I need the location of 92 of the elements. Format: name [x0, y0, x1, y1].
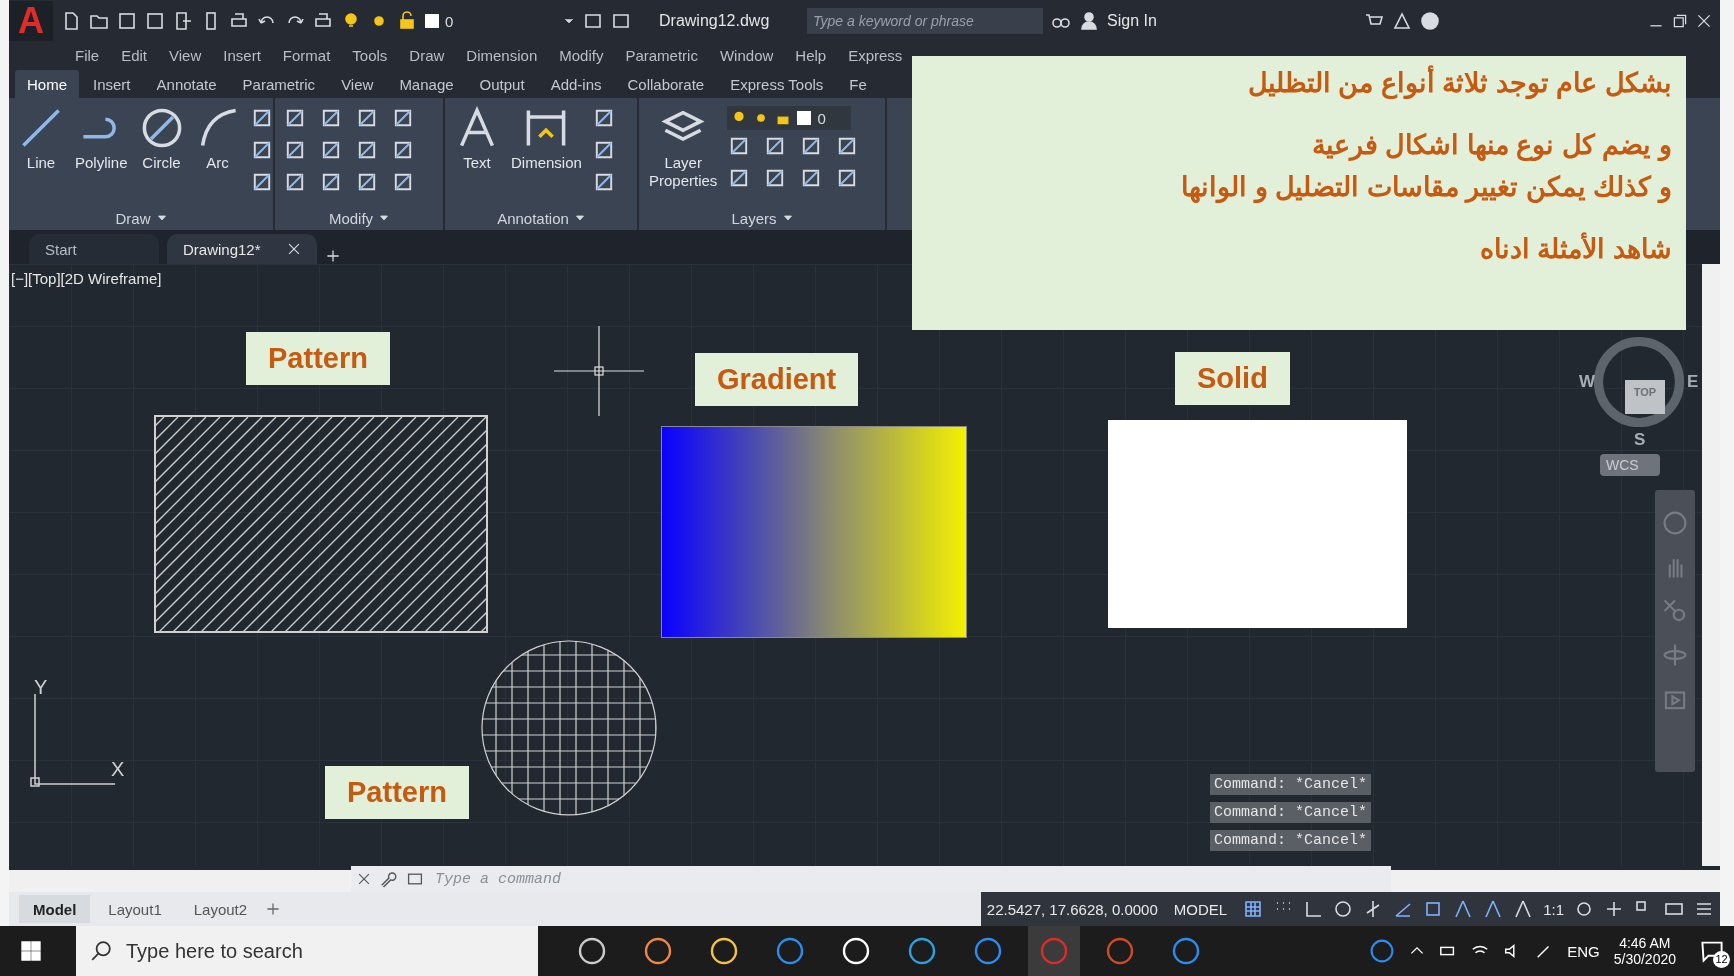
ribbon-tab[interactable]: Add-ins [538, 70, 614, 98]
menu-item[interactable]: Edit [121, 46, 148, 64]
menu-item[interactable]: Express [848, 46, 903, 64]
user-icon[interactable] [1079, 11, 1099, 31]
panel-title[interactable]: Modify [275, 206, 443, 230]
wrench-icon[interactable] [379, 870, 397, 888]
menu-item[interactable]: Draw [409, 46, 445, 64]
menu-item[interactable]: File [75, 46, 100, 64]
grid-icon[interactable] [1243, 899, 1264, 919]
taskbar-search-field[interactable]: Type here to search [76, 926, 538, 976]
note-text: شاهد الأمثلة ادناه [1479, 232, 1672, 266]
draw-tool-button[interactable]: Arc [193, 106, 242, 206]
clock[interactable]: 4:46 AM 5/30/2020 [1613, 935, 1676, 967]
file-tab[interactable]: Start [29, 234, 159, 264]
save-icon[interactable] [117, 11, 137, 31]
plus-icon[interactable] [325, 248, 341, 264]
ribbon-tab[interactable]: View [329, 70, 386, 98]
sign-in-link[interactable]: Sign In [1107, 12, 1157, 30]
compass-east-label[interactable]: E [1687, 372, 1699, 392]
layout-tab[interactable]: Layout2 [179, 895, 262, 923]
annotation-tool-button[interactable]: Text [453, 106, 501, 206]
menu-item[interactable]: Insert [223, 46, 261, 64]
panel-title[interactable]: Draw [9, 206, 273, 230]
draw-tool-button[interactable]: Line [17, 106, 65, 206]
x-axis-label: X [111, 758, 125, 781]
file-tab[interactable]: Drawing12* [167, 234, 317, 264]
sample-label: Solid [1175, 352, 1290, 405]
sample-label: Pattern [246, 332, 390, 385]
draw-tool-button[interactable]: Polyline [73, 106, 130, 206]
crosshair-cursor-icon [554, 326, 644, 416]
model-space-button[interactable]: MODEL [1167, 899, 1234, 919]
layer-dropdown[interactable]: 0 [727, 106, 852, 130]
horizontal-scrollbar[interactable] [1391, 870, 1720, 892]
restore-icon[interactable] [1672, 13, 1688, 29]
annotation-tool-button[interactable]: Dimension [509, 106, 584, 206]
menu-item[interactable]: Modify [559, 46, 604, 64]
triangle-logo-icon[interactable] [1392, 11, 1413, 31]
caret-icon[interactable] [156, 213, 167, 223]
menu-item[interactable]: Help [795, 46, 827, 64]
menu-item[interactable]: Window [719, 46, 774, 64]
vertical-scrollbar[interactable] [1702, 264, 1720, 866]
caret-icon[interactable] [782, 213, 793, 223]
command-input[interactable]: Type a command [433, 869, 1391, 889]
plus-icon[interactable] [1604, 899, 1624, 919]
note-text: و كذلك يمكن تغيير مقاسات التضليل و الوانها [1180, 171, 1672, 204]
ribbon-tab[interactable]: Manage [387, 70, 466, 98]
line-icon[interactable] [19, 106, 63, 150]
panel-title[interactable]: Annotation [445, 206, 637, 230]
caret-icon[interactable] [379, 213, 390, 223]
menu-item[interactable]: Tools [352, 46, 388, 64]
layout-tab[interactable]: Layout1 [94, 895, 176, 923]
notifications-button[interactable]: 12 [1690, 926, 1734, 976]
app-menu-button[interactable]: A [9, 1, 53, 41]
ribbon-tab[interactable]: Insert [81, 70, 143, 98]
scale-readout[interactable]: 1:1 [1543, 900, 1564, 918]
horizontal-scrollbar[interactable] [9, 870, 351, 892]
ribbon-tab[interactable]: Annotate [144, 70, 229, 98]
note-text: و يضم كل نوع منها اشكال فرعية [1311, 129, 1672, 162]
menu-item[interactable]: View [169, 46, 202, 64]
viewport-label[interactable]: [−][Top][2D Wireframe] [11, 270, 162, 287]
compass-west-label[interactable]: W [1579, 372, 1596, 392]
viewcube-ring[interactable] [1593, 336, 1685, 428]
menu-item[interactable]: Dimension [466, 46, 538, 64]
ortho-icon[interactable] [1303, 899, 1324, 919]
document-title: Drawing12.dwg [659, 12, 771, 30]
ribbon-tab[interactable]: Parametric [230, 70, 328, 98]
sample-label: Gradient [695, 353, 859, 406]
sample-label: Pattern [325, 766, 469, 819]
layer-dropdown[interactable]: 0 [425, 9, 555, 33]
draw-tool-button[interactable]: Circle [137, 106, 186, 206]
y-axis-label: Y [34, 676, 48, 699]
ribbon-tab[interactable]: Fe [837, 70, 879, 98]
save-as-icon[interactable] [145, 11, 165, 31]
ribbon-tab[interactable]: Home [15, 70, 79, 98]
search-icon[interactable] [90, 940, 112, 962]
compass-south-label[interactable]: S [1634, 430, 1646, 450]
terminal-icon[interactable] [405, 871, 425, 887]
close-icon[interactable] [357, 872, 371, 886]
menu-item[interactable]: Parametric [625, 46, 698, 64]
language-indicator[interactable]: ENG [1567, 942, 1600, 960]
note-text: بشكل عام توجد ثلاثة أنواع من التظليل [926, 66, 1672, 100]
menu-item[interactable]: Format [282, 46, 331, 64]
layer-properties-button[interactable]: Layer Properties [647, 106, 720, 206]
ribbon-tab[interactable]: Output [467, 70, 537, 98]
ribbon-tab[interactable]: Express Tools [718, 70, 836, 98]
layout-tab[interactable]: Model [19, 895, 91, 923]
search-field[interactable]: Type a keyword or phrase [807, 8, 1043, 34]
ribbon-tab[interactable]: Collaborate [615, 70, 717, 98]
windows-logo-icon[interactable] [20, 940, 42, 962]
panel-title[interactable]: Layers [639, 206, 885, 230]
coordinates-readout: 22.5427, 17.6628, 0.0000 [986, 900, 1158, 918]
caret-icon[interactable] [574, 213, 585, 223]
